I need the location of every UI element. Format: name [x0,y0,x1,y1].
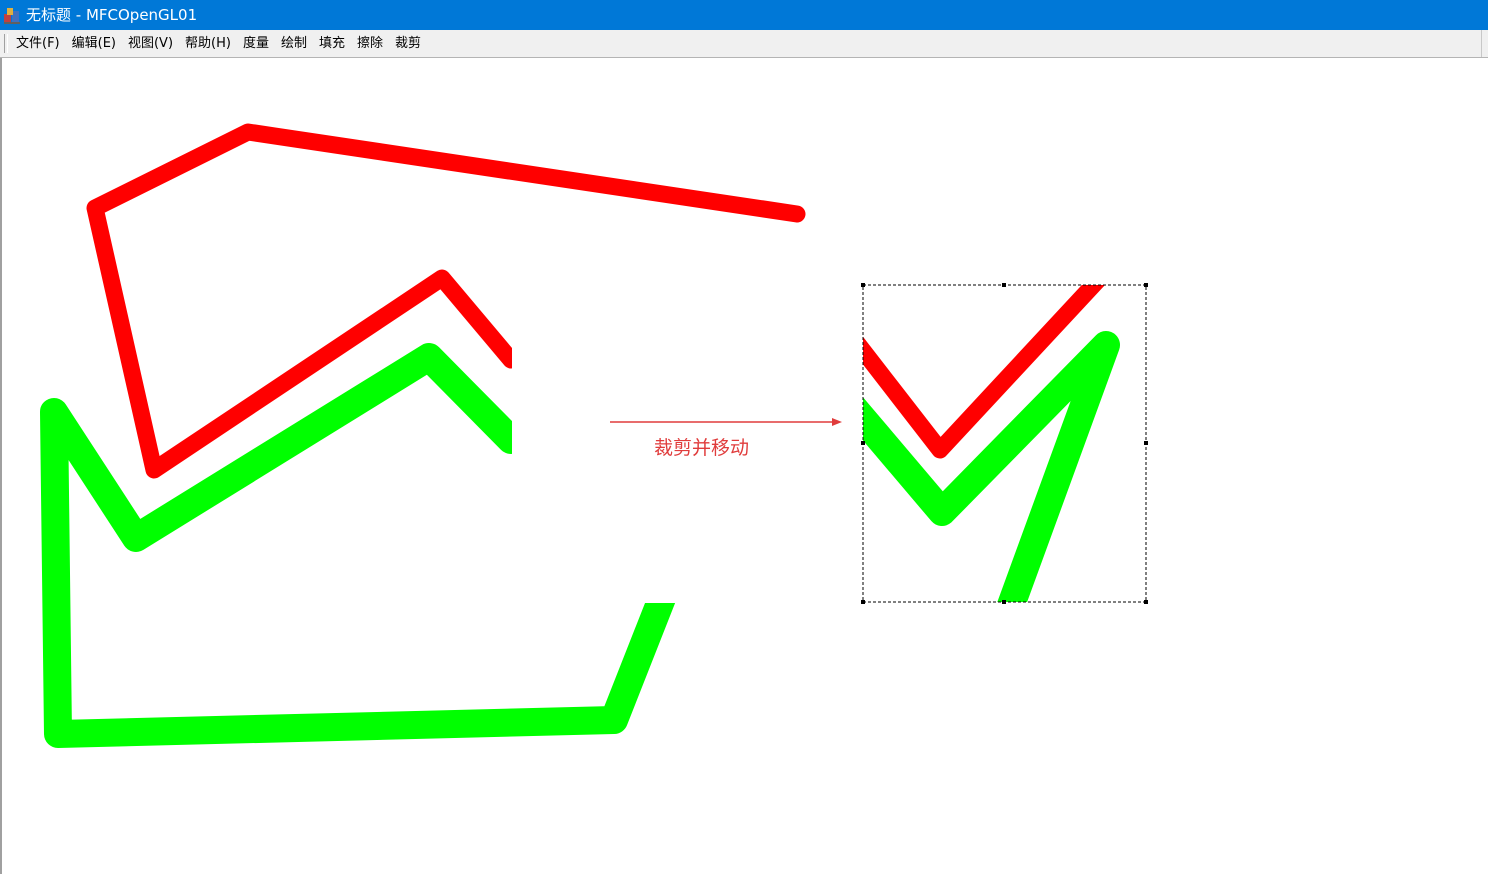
clip-move-annotation: 裁剪并移动 [654,437,750,459]
menu-grip [4,34,8,53]
menu-file[interactable]: 文件(F) [10,30,66,57]
menu-fill[interactable]: 填充 [313,30,351,57]
menu-bar: 文件(F) 编辑(E) 视图(V) 帮助(H) 度量 绘制 填充 擦除 裁剪 [0,30,1488,58]
menu-help[interactable]: 帮助(H) [179,30,237,57]
menu-edit[interactable]: 编辑(E) [66,30,122,57]
menu-erase[interactable]: 擦除 [351,30,389,57]
app-icon [4,8,20,24]
title-bar[interactable]: 无标题 - MFCOpenGL01 [0,0,1488,30]
menu-draw[interactable]: 绘制 [275,30,313,57]
drawing-canvas[interactable]: 裁剪并移动 [0,58,1488,874]
menu-measure[interactable]: 度量 [237,30,275,57]
menu-edge [1481,30,1488,57]
menu-clip[interactable]: 裁剪 [389,30,427,57]
clipped-moved-content [861,283,1148,604]
window-title: 无标题 - MFCOpenGL01 [26,6,198,24]
menu-view[interactable]: 视图(V) [122,30,179,57]
canvas-drawing [40,123,1148,748]
